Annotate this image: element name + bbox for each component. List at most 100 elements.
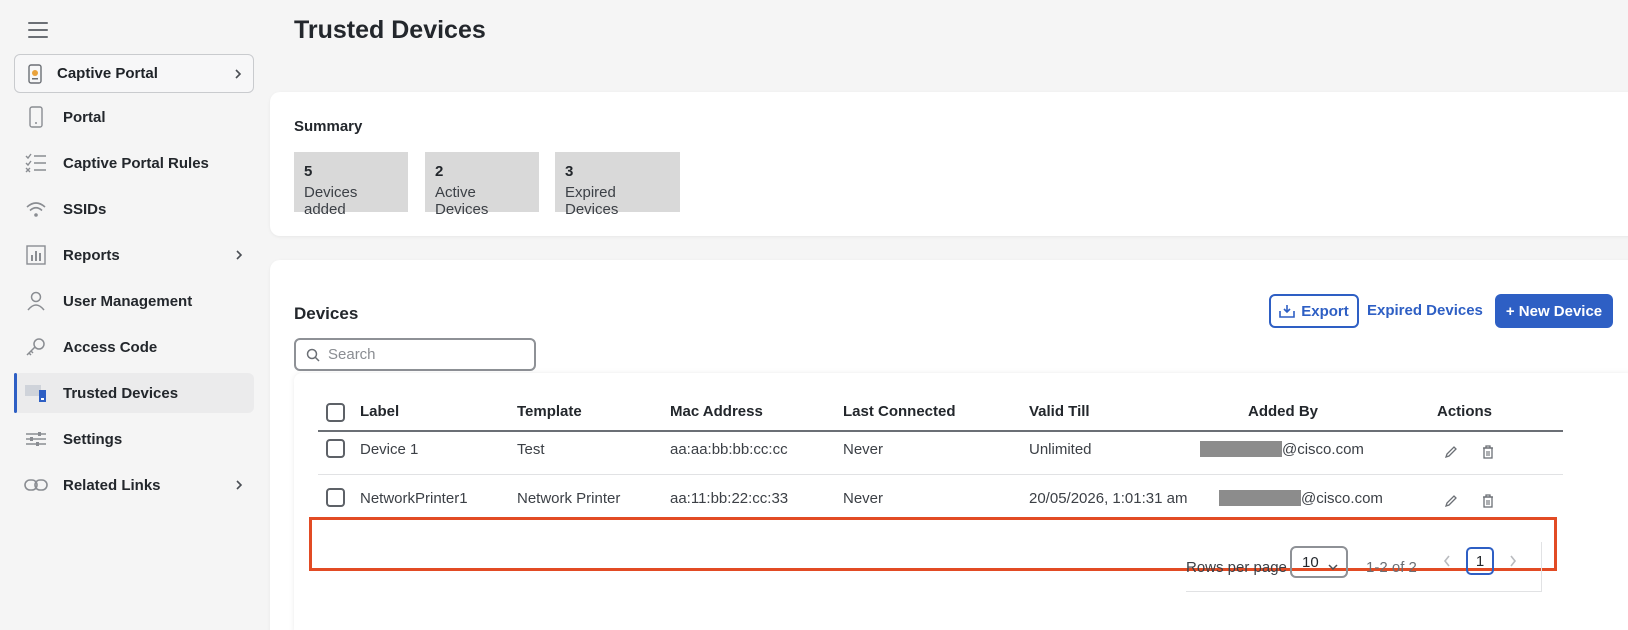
redacted-block	[1219, 490, 1301, 506]
sidebar-item-label: Captive Portal Rules	[63, 154, 209, 172]
devices-card: Devices Export Expired Devices + New Dev…	[270, 260, 1628, 630]
pagination: Rows per page 10 1-2 of 2 1	[1186, 542, 1542, 592]
select-all-checkbox[interactable]	[326, 403, 345, 422]
email-domain: @cisco.com	[1301, 490, 1383, 507]
rows-per-page-label: Rows per page	[1186, 559, 1287, 576]
chevron-right-icon	[234, 478, 244, 496]
expired-devices-link[interactable]: Expired Devices	[1367, 302, 1483, 319]
sidebar-nav: Portal Captive Portal Rules SSIDs Report…	[14, 97, 254, 511]
column-header-template[interactable]: Template	[517, 403, 582, 420]
captive-portal-icon	[27, 63, 43, 85]
wifi-icon	[24, 197, 48, 221]
new-device-button[interactable]: + New Device	[1495, 294, 1613, 328]
stat-value: 2	[435, 163, 444, 180]
user-icon	[24, 289, 48, 313]
cell-mac-address: aa:11:bb:22:cc:33	[670, 490, 789, 507]
cell-valid-till: 20/05/2026, 1:01:31 am	[1029, 490, 1188, 507]
sidebar-item-reports[interactable]: Reports	[14, 235, 254, 275]
cell-added-by: @cisco.com	[1219, 490, 1383, 507]
cell-mac-address: aa:aa:bb:bb:cc:cc	[670, 441, 788, 458]
column-header-label[interactable]: Label	[360, 403, 399, 420]
column-header-last-connected[interactable]: Last Connected	[843, 403, 956, 420]
stat-label: Expired Devices	[565, 184, 619, 218]
stat-active-devices: 2 Active Devices	[425, 152, 539, 218]
row-divider	[318, 474, 1563, 475]
column-header-valid-till[interactable]: Valid Till	[1029, 403, 1090, 420]
cell-valid-till: Unlimited	[1029, 441, 1092, 458]
stat-devices-added: 5 Devices added	[294, 152, 408, 218]
cell-template: Test	[517, 441, 545, 458]
page-title: Trusted Devices	[294, 16, 486, 44]
delete-icon[interactable]	[1481, 494, 1495, 508]
devices-table: Label Template Mac Address Last Connecte…	[294, 373, 1628, 630]
phone-icon	[24, 105, 48, 129]
row-checkbox[interactable]	[326, 439, 345, 458]
search-box	[294, 338, 536, 371]
rules-checklist-icon	[24, 151, 48, 175]
devices-icon	[24, 381, 48, 405]
summary-title: Summary	[294, 118, 363, 135]
sidebar-item-label: Access Code	[63, 338, 158, 356]
export-button[interactable]: Export	[1269, 294, 1359, 328]
sidebar-item-portal[interactable]: Portal	[14, 97, 254, 137]
chevron-right-icon	[233, 67, 243, 85]
link-icon	[24, 473, 48, 497]
search-input[interactable]	[328, 346, 518, 363]
column-header-mac-address[interactable]: Mac Address	[670, 403, 763, 420]
delete-icon[interactable]	[1481, 445, 1495, 459]
cell-label: NetworkPrinter1	[360, 490, 468, 507]
rows-per-page-value: 10	[1302, 553, 1319, 571]
sidebar-item-label: SSIDs	[63, 200, 107, 218]
redacted-block	[1200, 441, 1282, 457]
rows-per-page-select[interactable]: 10	[1290, 546, 1348, 578]
sidebar-item-captive-portal-rules[interactable]: Captive Portal Rules	[14, 143, 254, 183]
cell-last-connected: Never	[843, 441, 884, 458]
sidebar-item-ssids[interactable]: SSIDs	[14, 189, 254, 229]
edit-icon[interactable]	[1444, 445, 1458, 459]
sidebar-item-access-code[interactable]: Access Code	[14, 327, 254, 367]
chevron-right-icon	[234, 248, 244, 266]
stat-label: Devices added	[304, 184, 358, 218]
column-header-actions: Actions	[1437, 403, 1493, 420]
stat-expired-devices: 3 Expired Devices	[555, 152, 680, 218]
bar-chart-icon	[24, 243, 48, 267]
sidebar-item-settings[interactable]: Settings	[14, 419, 254, 459]
edit-icon[interactable]	[1444, 494, 1458, 508]
chevron-left-icon[interactable]	[1442, 554, 1452, 573]
sidebar-item-trusted-devices[interactable]: Trusted Devices	[14, 373, 254, 413]
chevron-down-icon	[1328, 558, 1338, 575]
sidebar-item-label: Related Links	[63, 476, 161, 494]
sidebar-item-label: Settings	[63, 430, 123, 448]
cell-label: Device 1	[360, 441, 419, 458]
sidebar: Captive Portal Portal Captive Portal Rul…	[0, 0, 262, 630]
cell-template: Network Printer	[517, 490, 621, 507]
stat-value: 3	[565, 163, 574, 180]
sidebar-item-label: Reports	[63, 246, 120, 264]
sidebar-item-label: Trusted Devices	[63, 384, 179, 402]
export-label: Export	[1301, 302, 1349, 320]
cell-last-connected: Never	[843, 490, 884, 507]
column-header-added-by[interactable]: Added By	[1248, 403, 1318, 420]
email-domain: @cisco.com	[1282, 441, 1364, 458]
stat-label: Active Devices	[435, 184, 489, 218]
portal-selector[interactable]: Captive Portal	[14, 54, 254, 93]
page-button-current[interactable]: 1	[1466, 547, 1494, 575]
stat-value: 5	[304, 163, 313, 180]
sliders-icon	[24, 427, 48, 451]
summary-card: Summary 5 Devices added 2 Active Devices…	[270, 92, 1628, 236]
sidebar-item-label: User Management	[63, 292, 193, 310]
chevron-right-icon[interactable]	[1508, 554, 1518, 573]
row-checkbox[interactable]	[326, 488, 345, 507]
search-icon	[306, 348, 320, 362]
menu-icon[interactable]	[28, 22, 48, 38]
header-divider	[318, 430, 1563, 432]
sidebar-item-user-management[interactable]: User Management	[14, 281, 254, 321]
download-icon	[1279, 304, 1296, 318]
sidebar-item-related-links[interactable]: Related Links	[14, 465, 254, 505]
pagination-range: 1-2 of 2	[1366, 559, 1417, 576]
devices-title: Devices	[294, 304, 359, 323]
cell-added-by: @cisco.com	[1200, 441, 1364, 458]
portal-selector-label: Captive Portal	[57, 65, 158, 82]
sidebar-item-label: Portal	[63, 108, 106, 126]
key-icon	[24, 335, 48, 359]
